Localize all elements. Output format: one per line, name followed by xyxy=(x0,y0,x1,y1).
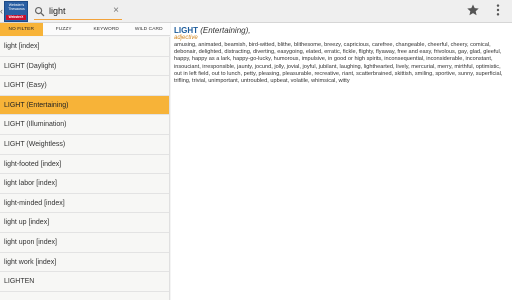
app-logo[interactable]: Webster's Thesaurus WebsterX xyxy=(4,1,28,22)
result-item[interactable]: light-footed [index] xyxy=(0,155,169,175)
thesaurus-app: ‹ Webster's Thesaurus WebsterX × NO FILT… xyxy=(0,0,512,300)
result-item[interactable]: LIGHT (Easy) xyxy=(0,76,169,96)
result-item[interactable]: LIGHT (Entertaining) xyxy=(0,95,169,116)
filter-tab-no-filter[interactable]: NO FILTER xyxy=(0,23,43,36)
synonym-list: amusing, animated, beamish, bird-witted,… xyxy=(174,42,503,85)
logo-text: Webster's Thesaurus xyxy=(8,3,25,11)
result-item[interactable]: light [index] xyxy=(0,37,169,57)
star-icon[interactable] xyxy=(466,3,480,17)
entry-detail: LIGHT (Entertaining), adjective amusing,… xyxy=(171,23,512,300)
result-item[interactable]: light labor [index] xyxy=(0,174,169,194)
result-item[interactable]: light-minded [index] xyxy=(0,194,169,214)
filter-tab-fuzzy[interactable]: FUZZY xyxy=(43,23,86,36)
result-item[interactable]: light upon [index] xyxy=(0,233,169,253)
filter-tabs: NO FILTER FUZZY KEYWORD WILD CARD xyxy=(0,23,170,36)
close-icon[interactable]: × xyxy=(111,6,121,16)
logo-tag: WebsterX xyxy=(6,15,26,20)
result-item[interactable]: light up [index] xyxy=(0,213,169,233)
result-item[interactable]: LIGHT (Weightless) xyxy=(0,135,169,155)
filter-tab-wild-card[interactable]: WILD CARD xyxy=(128,23,171,36)
entry-header: LIGHT (Entertaining), xyxy=(174,26,508,35)
result-item[interactable]: LIGHT (Illumination) xyxy=(0,115,169,135)
search-input[interactable] xyxy=(49,4,107,18)
entry-sense: (Entertaining), xyxy=(200,26,251,35)
more-vert-icon[interactable] xyxy=(494,3,502,17)
result-item[interactable]: LIGHT (Daylight) xyxy=(0,57,169,77)
results-list: light [index] LIGHT (Daylight) LIGHT (Easy… xyxy=(0,37,170,300)
result-item[interactable]: LIGHTEN xyxy=(0,272,169,292)
part-of-speech: adjective xyxy=(174,35,198,41)
entry-headword: LIGHT xyxy=(174,26,198,35)
filter-tab-keyword[interactable]: KEYWORD xyxy=(85,23,128,36)
result-item[interactable]: light work [index] xyxy=(0,253,169,273)
search-box[interactable]: × xyxy=(34,3,122,20)
top-app-bar: ‹ Webster's Thesaurus WebsterX × xyxy=(0,0,512,23)
search-icon xyxy=(34,6,45,17)
